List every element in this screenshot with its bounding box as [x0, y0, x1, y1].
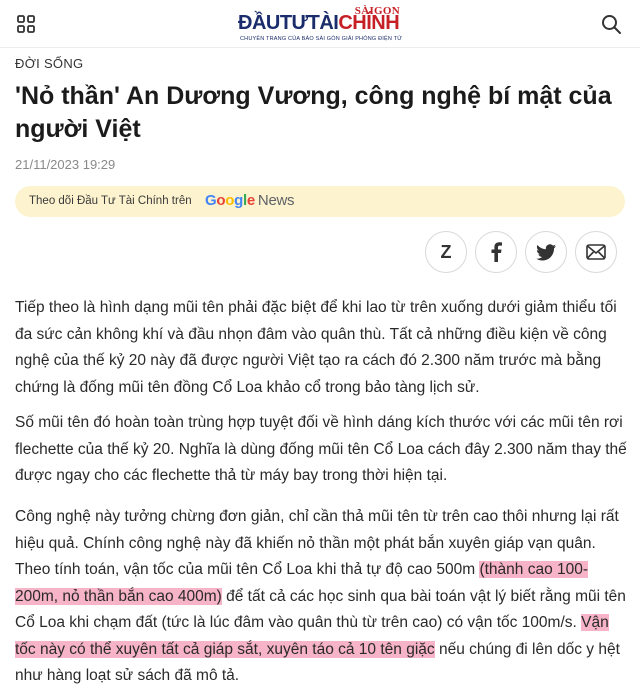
share-email-button[interactable]	[575, 231, 617, 273]
share-zalo-button[interactable]: Z	[425, 231, 467, 273]
news-word: News	[257, 192, 295, 209]
logo-tagline: CHUYÊN TRANG CỦA BÁO SÀI GÒN GIẢI PHÓNG …	[240, 36, 403, 42]
grid-menu-icon[interactable]	[16, 14, 36, 34]
article-paragraph-2: Số mũi tên đó hoàn toàn trùng hợp tuyệt …	[15, 414, 627, 484]
logo-brand-part2: CHÍNH	[338, 12, 400, 34]
article-date: 21/11/2023 19:29	[15, 157, 116, 172]
top-bar: SÀIGON ĐẦUTƯTÀICHÍNH CHUYÊN TRANG CỦA BÁ…	[0, 0, 640, 48]
zalo-icon: Z	[440, 241, 452, 262]
search-icon[interactable]	[600, 13, 622, 35]
article-category[interactable]: ĐỜI SỐNG	[15, 56, 83, 71]
article-paragraph-3: Công nghệ này tưởng chừng đơn giản, chỉ …	[15, 504, 627, 690]
google-news-logo: Google News	[205, 192, 295, 209]
logo-brand: ĐẦUTƯTÀICHÍNH	[238, 12, 400, 35]
article-title: 'Nỏ thần' An Dương Vương, công nghệ bí m…	[15, 82, 612, 143]
follow-text: Theo dõi Đầu Tư Tài Chính trên	[29, 195, 192, 207]
twitter-icon	[536, 243, 556, 260]
google-letter: G	[205, 192, 217, 209]
share-facebook-button[interactable]	[475, 231, 517, 273]
share-twitter-button[interactable]	[525, 231, 567, 273]
follow-google-news-button[interactable]: Theo dõi Đầu Tư Tài Chính trên Google New…	[15, 186, 625, 217]
google-letter: o	[225, 192, 235, 209]
site-logo[interactable]: SÀIGON ĐẦUTƯTÀICHÍNH CHUYÊN TRANG CỦA BÁ…	[238, 5, 403, 43]
google-letter: e	[246, 192, 255, 209]
email-icon	[586, 244, 606, 260]
google-letter: o	[216, 192, 226, 209]
google-letter: g	[234, 192, 243, 209]
facebook-icon	[491, 242, 502, 262]
article-paragraph-1: Tiếp theo là hình dạng mũi tên phải đặc …	[15, 299, 617, 396]
logo-brand-part1: ĐẦUTƯTÀI	[238, 12, 339, 34]
